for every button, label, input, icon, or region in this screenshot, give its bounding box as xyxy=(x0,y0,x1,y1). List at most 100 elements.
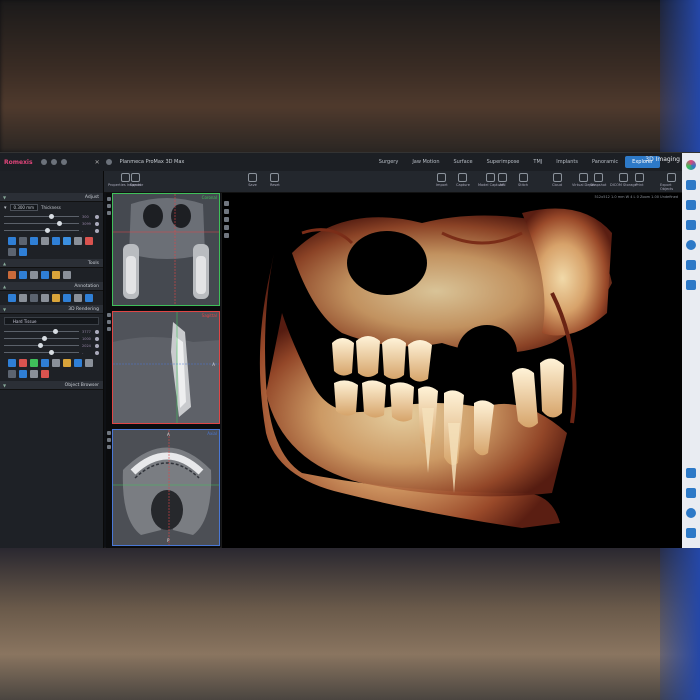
angle-icon[interactable] xyxy=(41,294,49,302)
view-tool-icon[interactable] xyxy=(107,197,111,201)
contrast-icon[interactable] xyxy=(41,237,49,245)
tooth-icon[interactable] xyxy=(686,468,696,478)
tool-icon[interactable] xyxy=(19,271,27,279)
save-button[interactable]: Save xyxy=(248,173,257,187)
wrench-icon[interactable] xyxy=(74,237,82,245)
close-tab-icon[interactable]: ✕ xyxy=(95,159,100,166)
dropdown-icon[interactable]: ▾ xyxy=(4,205,7,211)
export-button[interactable]: Export xyxy=(130,173,141,187)
render-icon[interactable] xyxy=(74,359,82,367)
render-icon[interactable] xyxy=(41,370,49,378)
model-capture-button[interactable]: Model Capture xyxy=(478,173,504,187)
slider-track[interactable] xyxy=(4,343,79,348)
tab-surface[interactable]: Surface xyxy=(447,156,480,168)
slider-knob[interactable] xyxy=(56,221,62,226)
render-icon[interactable] xyxy=(19,370,27,378)
render-icon[interactable] xyxy=(30,359,38,367)
annotation-header[interactable]: ▲ Annotation xyxy=(0,282,103,291)
view-tool-icon[interactable] xyxy=(107,211,111,215)
thickness-value[interactable]: 0.300 mm xyxy=(9,204,39,211)
slider-knob[interactable] xyxy=(49,350,54,355)
coronal-view[interactable]: Coronal xyxy=(112,193,220,306)
render-icon[interactable] xyxy=(30,370,38,378)
tab-implants[interactable]: Implants xyxy=(549,156,585,168)
tool-icon[interactable] xyxy=(63,271,71,279)
tab-superimpose[interactable]: Superimpose xyxy=(480,156,527,168)
slider-knob[interactable] xyxy=(52,329,58,334)
tool-icon[interactable] xyxy=(8,271,16,279)
slider-track[interactable] xyxy=(4,228,79,233)
mail-icon[interactable] xyxy=(686,200,696,210)
shape-icon[interactable] xyxy=(63,294,71,302)
tools-header[interactable]: ▲ Tools xyxy=(0,259,103,268)
person-icon[interactable] xyxy=(686,528,696,538)
reset-view-icon[interactable] xyxy=(224,225,229,230)
headset-icon[interactable] xyxy=(686,260,696,270)
marker-icon[interactable] xyxy=(85,237,93,245)
object-browser-header[interactable]: ▼ Object Browser xyxy=(0,381,103,390)
stitch-button[interactable]: Stitch xyxy=(518,173,528,187)
import-button[interactable]: Import xyxy=(436,173,448,187)
sagittal-view[interactable]: Sagittal A xyxy=(112,311,220,424)
rotate-icon[interactable] xyxy=(224,201,229,206)
slider-track[interactable] xyxy=(4,350,79,355)
view-icon[interactable] xyxy=(8,237,16,245)
zoom-3d-icon[interactable] xyxy=(224,217,229,222)
adjust-header[interactable]: ▼ Adjust xyxy=(0,193,103,202)
slider-track[interactable] xyxy=(4,214,79,219)
line-icon[interactable] xyxy=(19,294,27,302)
reset-button[interactable]: Reset xyxy=(270,173,280,187)
cloud-button[interactable]: Cloud xyxy=(552,173,562,187)
arrow-icon[interactable] xyxy=(8,294,16,302)
tool-icon[interactable] xyxy=(52,271,60,279)
render-icon[interactable] xyxy=(8,370,16,378)
view-tool-icon[interactable] xyxy=(107,313,111,317)
render-icon[interactable] xyxy=(8,359,16,367)
pan-icon[interactable] xyxy=(224,209,229,214)
slider-knob[interactable] xyxy=(41,336,47,341)
user-icon[interactable] xyxy=(686,180,696,190)
slider-knob[interactable] xyxy=(37,343,43,348)
view-tool-icon[interactable] xyxy=(107,431,111,435)
grid-icon[interactable] xyxy=(52,237,60,245)
view-tool-icon[interactable] xyxy=(107,327,111,331)
note-icon[interactable] xyxy=(85,294,93,302)
chat-icon[interactable] xyxy=(686,220,696,230)
view-tool-icon[interactable] xyxy=(107,445,111,449)
slider-track[interactable] xyxy=(4,221,79,226)
render-icon[interactable] xyxy=(52,359,60,367)
capture-button[interactable]: Capture xyxy=(456,173,470,187)
render-icon[interactable] xyxy=(41,359,49,367)
tooth-alt-icon[interactable] xyxy=(686,488,696,498)
virtual-depth-button[interactable]: Virtual Depth xyxy=(572,173,595,187)
render-icon[interactable] xyxy=(85,359,93,367)
dicom-storage-button[interactable]: DICOM Storage xyxy=(610,173,637,187)
slider-track[interactable] xyxy=(4,329,79,334)
slider-knob[interactable] xyxy=(49,214,54,219)
tab-jaw-motion[interactable]: Jaw Motion xyxy=(405,156,446,168)
tab-surgery[interactable]: Surgery xyxy=(372,156,406,168)
view-tool-icon[interactable] xyxy=(107,204,111,208)
slider-knob[interactable] xyxy=(45,228,51,233)
snapshot-3d-icon[interactable] xyxy=(224,233,229,238)
video-icon[interactable] xyxy=(686,280,696,290)
image-icon[interactable] xyxy=(30,237,38,245)
view-tool-icon[interactable] xyxy=(107,438,111,442)
settings-icon[interactable] xyxy=(50,159,57,165)
measure-icon[interactable] xyxy=(74,294,82,302)
render-icon[interactable] xyxy=(19,359,27,367)
ruler-icon[interactable] xyxy=(52,294,60,302)
tool-icon[interactable] xyxy=(30,271,38,279)
render-icon[interactable] xyxy=(63,359,71,367)
view-tool-icon[interactable] xyxy=(107,320,111,324)
rendering-header[interactable]: ▼ 3D Rendering xyxy=(0,305,103,314)
tab-panoramic[interactable]: Panoramic xyxy=(585,156,625,168)
axial-view[interactable]: Axial A P xyxy=(112,429,220,546)
slider-track[interactable] xyxy=(4,336,79,341)
camera-icon[interactable] xyxy=(8,248,16,256)
layout-icon[interactable] xyxy=(19,237,27,245)
tab-tmj[interactable]: TMJ xyxy=(526,156,549,168)
3d-rendering-view[interactable]: 512x512 1.0 mm W 4 L 0 Zoom 1.00 Undefin… xyxy=(221,193,682,548)
power-icon[interactable] xyxy=(686,508,696,518)
zoom-icon[interactable] xyxy=(63,237,71,245)
